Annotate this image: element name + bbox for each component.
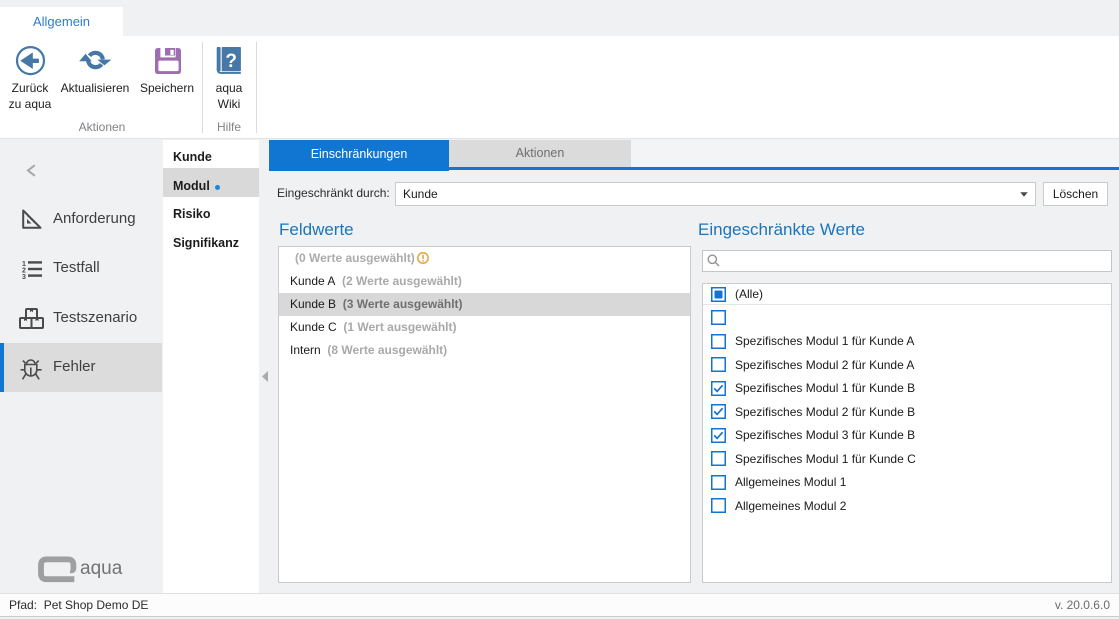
svg-text:?: ? xyxy=(225,51,237,72)
svg-text:3: 3 xyxy=(22,274,26,279)
